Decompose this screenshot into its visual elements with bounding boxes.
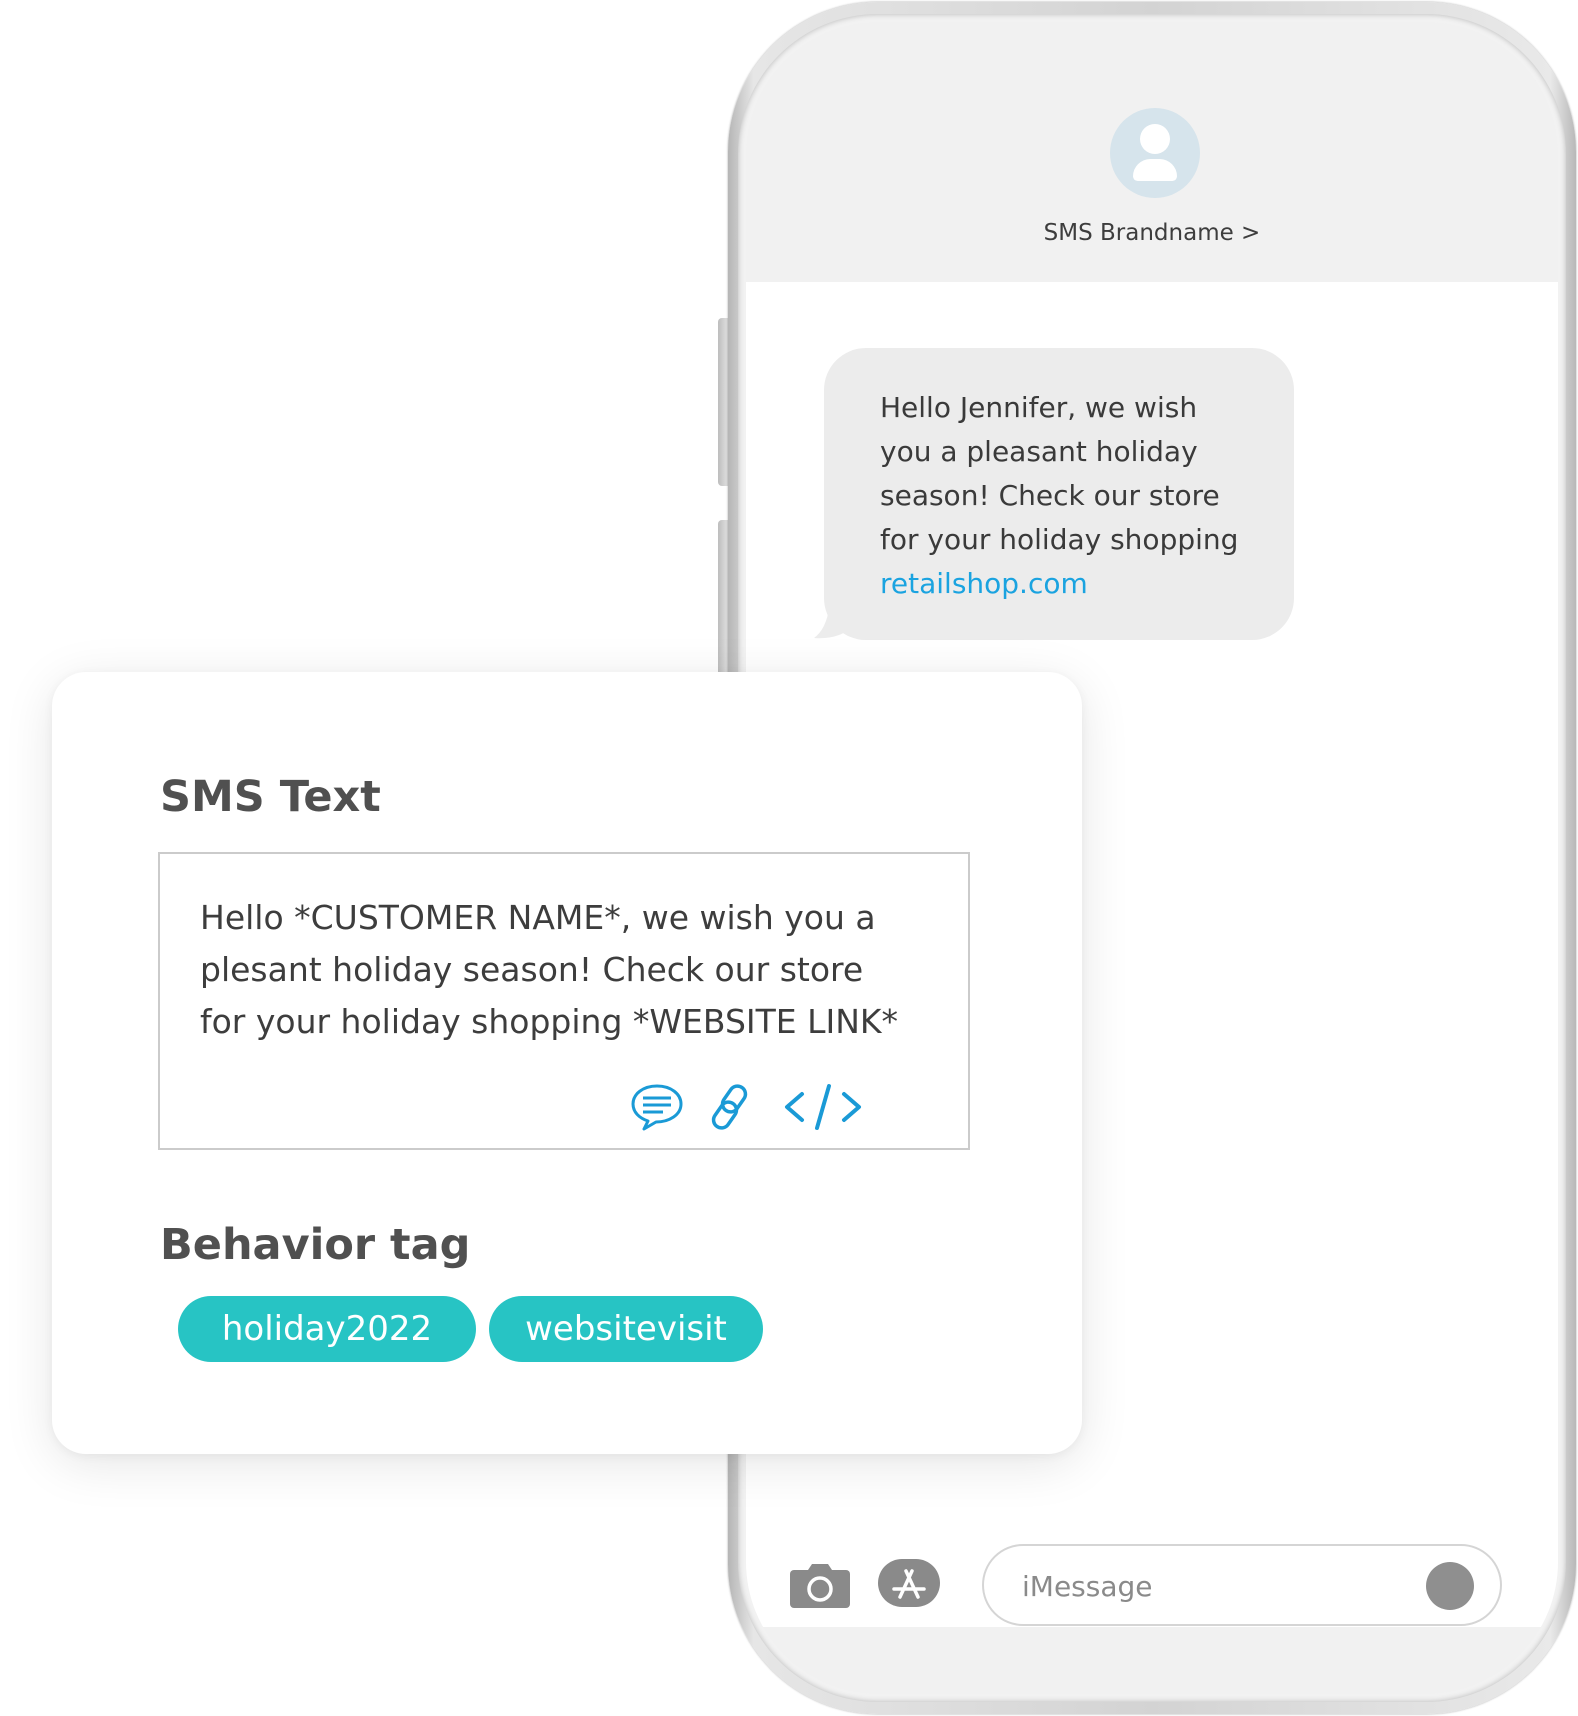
compose-bar: iMessage — [746, 1517, 1558, 1627]
imessage-placeholder: iMessage — [1022, 1570, 1153, 1603]
app-store-icon[interactable] — [878, 1559, 940, 1607]
message-line: Hello Jennifer, we wish — [880, 391, 1198, 424]
link-icon[interactable] — [708, 1082, 752, 1132]
person-icon[interactable] — [1110, 108, 1200, 198]
sms-editor-card: SMS Text Hello *CUSTOMER NAME*, we wish … — [52, 672, 1082, 1454]
received-message-bubble: Hello Jennifer, we wish you a pleasant h… — [824, 348, 1294, 640]
send-button[interactable] — [1426, 1562, 1474, 1610]
camera-icon[interactable] — [790, 1564, 850, 1608]
message-link[interactable]: retailshop.com — [880, 562, 1280, 606]
avatar-body — [1133, 159, 1177, 181]
template-line: plesant holiday season! Check our store — [200, 950, 864, 989]
tag-websitevisit[interactable]: websitevisit — [489, 1296, 763, 1362]
received-message-text: Hello Jennifer, we wish you a pleasant h… — [880, 386, 1280, 606]
message-line: season! Check our store — [880, 479, 1220, 512]
code-icon[interactable] — [782, 1082, 864, 1132]
message-line: you a pleasant holiday — [880, 435, 1198, 468]
conversation-header: SMS Brandname > — [746, 22, 1558, 282]
sms-template-text[interactable]: Hello *CUSTOMER NAME*, we wish you a ple… — [200, 892, 898, 1048]
behavior-tag-heading: Behavior tag — [160, 1220, 471, 1270]
template-line: Hello *CUSTOMER NAME*, we wish you a — [200, 898, 876, 937]
message-line: for your holiday shopping — [880, 523, 1239, 556]
tag-holiday2022[interactable]: holiday2022 — [178, 1296, 476, 1362]
home-indicator-area — [746, 1627, 1558, 1694]
sms-text-input[interactable]: Hello *CUSTOMER NAME*, we wish you a ple… — [158, 852, 970, 1150]
imessage-input[interactable]: iMessage — [982, 1544, 1502, 1626]
chat-bubble-icon[interactable] — [630, 1082, 684, 1132]
phone-side-button-upper — [718, 318, 728, 486]
contact-name[interactable]: SMS Brandname > — [746, 220, 1558, 246]
avatar-head — [1140, 124, 1170, 154]
tag-list: holiday2022 websitevisit — [178, 1296, 763, 1364]
sms-text-heading: SMS Text — [160, 772, 381, 822]
phone-side-button-lower — [718, 520, 728, 688]
template-line: for your holiday shopping *WEBSITE LINK* — [200, 1002, 899, 1041]
